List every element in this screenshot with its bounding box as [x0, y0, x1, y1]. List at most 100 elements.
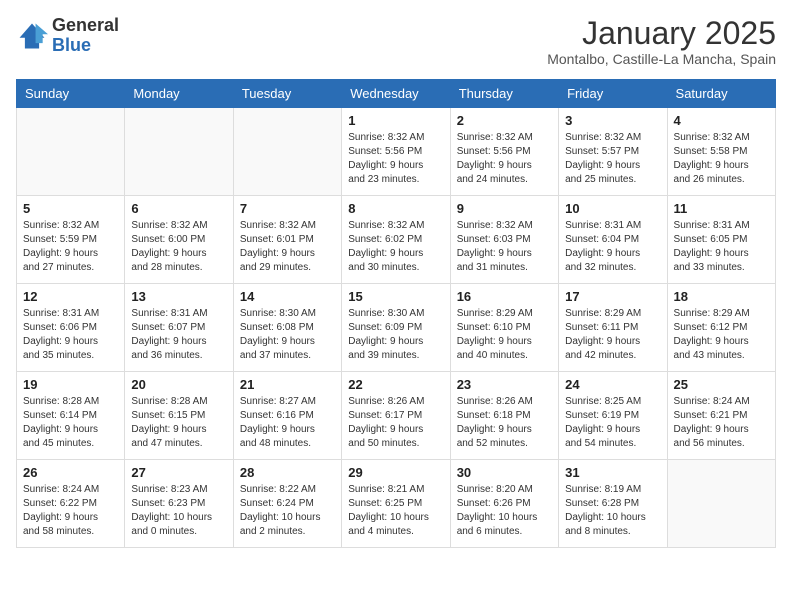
day-number: 6 — [131, 201, 226, 216]
day-info: Sunrise: 8:21 AMSunset: 6:25 PMDaylight:… — [348, 483, 443, 539]
logo-blue: Blue — [52, 36, 119, 56]
day-info: Sunrise: 8:32 AMSunset: 5:58 PMDaylight:… — [674, 131, 769, 187]
day-cell: 21 Sunrise: 8:27 AMSunset: 6:16 PMDayligh… — [233, 372, 341, 460]
day-cell: 27Sunrise: 8:23 AMSunset: 6:23 PMDayligh… — [125, 460, 233, 548]
day-info: Sunrise: 8:29 AMSunset: 6:12 PMDaylight:… — [674, 307, 769, 363]
day-cell: 23 Sunrise: 8:26 AMSunset: 6:18 PMDayligh… — [450, 372, 558, 460]
day-cell: 7Sunrise: 8:32 AMSunset: 6:01 PMDaylight… — [233, 196, 341, 284]
day-number: 12 — [23, 289, 118, 304]
day-number: 22 — [348, 377, 443, 392]
day-header-thursday: Thursday — [450, 80, 558, 108]
day-number: 30 — [457, 465, 552, 480]
day-cell: 10 Sunrise: 8:31 AMSunset: 6:04 PMDayligh… — [559, 196, 667, 284]
day-header-sunday: Sunday — [17, 80, 125, 108]
day-info: Sunrise: 8:32 AMSunset: 5:59 PMDaylight:… — [23, 219, 118, 275]
month-title: January 2025 — [547, 16, 776, 51]
calendar-table: SundayMondayTuesdayWednesdayThursdayFrid… — [16, 79, 776, 548]
day-number: 13 — [131, 289, 226, 304]
day-info: Sunrise: 8:29 AMSunset: 6:10 PMDaylight:… — [457, 307, 552, 363]
day-info: Sunrise: 8:32 AMSunset: 5:57 PMDaylight:… — [565, 131, 660, 187]
day-cell: 17Sunrise: 8:29 AMSunset: 6:11 PMDayligh… — [559, 284, 667, 372]
day-number: 16 — [457, 289, 552, 304]
day-number: 5 — [23, 201, 118, 216]
week-row-4: 19Sunrise: 8:28 AMSunset: 6:14 PMDayligh… — [17, 372, 776, 460]
day-cell — [125, 108, 233, 196]
day-cell: 14Sunrise: 8:30 AMSunset: 6:08 PMDayligh… — [233, 284, 341, 372]
day-info: Sunrise: 8:31 AMSunset: 6:07 PMDaylight:… — [131, 307, 226, 363]
day-number: 26 — [23, 465, 118, 480]
week-row-3: 12 Sunrise: 8:31 AMSunset: 6:06 PMDayligh… — [17, 284, 776, 372]
day-cell: 25 Sunrise: 8:24 AMSunset: 6:21 PMDayligh… — [667, 372, 775, 460]
logo: General Blue — [16, 16, 119, 56]
day-cell: 4 Sunrise: 8:32 AMSunset: 5:58 PMDaylight… — [667, 108, 775, 196]
day-cell: 12 Sunrise: 8:31 AMSunset: 6:06 PMDayligh… — [17, 284, 125, 372]
day-info: Sunrise: 8:31 AMSunset: 6:06 PMDaylight:… — [23, 307, 118, 363]
day-info: Sunrise: 8:20 AMSunset: 6:26 PMDaylight:… — [457, 483, 552, 539]
day-info: Sunrise: 8:30 AMSunset: 6:09 PMDaylight:… — [348, 307, 443, 363]
day-cell: 13 Sunrise: 8:31 AMSunset: 6:07 PMDayligh… — [125, 284, 233, 372]
day-info: Sunrise: 8:32 AMSunset: 6:03 PMDaylight:… — [457, 219, 552, 275]
day-cell: 1 Sunrise: 8:32 AMSunset: 5:56 PMDaylight… — [342, 108, 450, 196]
day-cell: 18 Sunrise: 8:29 AMSunset: 6:12 PMDayligh… — [667, 284, 775, 372]
day-number: 4 — [674, 113, 769, 128]
day-number: 17 — [565, 289, 660, 304]
day-info: Sunrise: 8:30 AMSunset: 6:08 PMDaylight:… — [240, 307, 335, 363]
location-title: Montalbo, Castille-La Mancha, Spain — [547, 51, 776, 67]
week-row-5: 26Sunrise: 8:24 AMSunset: 6:22 PMDayligh… — [17, 460, 776, 548]
day-cell: 6 Sunrise: 8:32 AMSunset: 6:00 PMDaylight… — [125, 196, 233, 284]
day-info: Sunrise: 8:26 AMSunset: 6:18 PMDaylight:… — [457, 395, 552, 451]
day-cell — [17, 108, 125, 196]
day-info: Sunrise: 8:32 AMSunset: 6:00 PMDaylight:… — [131, 219, 226, 275]
day-cell: 24Sunrise: 8:25 AMSunset: 6:19 PMDayligh… — [559, 372, 667, 460]
day-cell: 5 Sunrise: 8:32 AMSunset: 5:59 PMDaylight… — [17, 196, 125, 284]
day-number: 29 — [348, 465, 443, 480]
day-number: 23 — [457, 377, 552, 392]
day-cell — [233, 108, 341, 196]
day-info: Sunrise: 8:31 AMSunset: 6:05 PMDaylight:… — [674, 219, 769, 275]
header-row: SundayMondayTuesdayWednesdayThursdayFrid… — [17, 80, 776, 108]
day-number: 10 — [565, 201, 660, 216]
day-cell: 28 Sunrise: 8:22 AMSunset: 6:24 PMDayligh… — [233, 460, 341, 548]
title-block: January 2025 Montalbo, Castille-La Manch… — [547, 16, 776, 67]
day-cell: 26Sunrise: 8:24 AMSunset: 6:22 PMDayligh… — [17, 460, 125, 548]
day-cell: 30 Sunrise: 8:20 AMSunset: 6:26 PMDayligh… — [450, 460, 558, 548]
day-number: 1 — [348, 113, 443, 128]
day-info: Sunrise: 8:26 AMSunset: 6:17 PMDaylight:… — [348, 395, 443, 451]
logo-text: General Blue — [52, 16, 119, 56]
day-number: 21 — [240, 377, 335, 392]
day-number: 28 — [240, 465, 335, 480]
logo-icon — [16, 20, 48, 52]
day-cell: 2 Sunrise: 8:32 AMSunset: 5:56 PMDaylight… — [450, 108, 558, 196]
day-number: 18 — [674, 289, 769, 304]
day-info: Sunrise: 8:31 AMSunset: 6:04 PMDaylight:… — [565, 219, 660, 275]
day-info: Sunrise: 8:22 AMSunset: 6:24 PMDaylight:… — [240, 483, 335, 539]
page-header: General Blue January 2025 Montalbo, Cast… — [16, 16, 776, 67]
day-cell — [667, 460, 775, 548]
day-cell: 16 Sunrise: 8:29 AMSunset: 6:10 PMDayligh… — [450, 284, 558, 372]
day-header-friday: Friday — [559, 80, 667, 108]
day-cell: 22 Sunrise: 8:26 AMSunset: 6:17 PMDayligh… — [342, 372, 450, 460]
day-header-saturday: Saturday — [667, 80, 775, 108]
day-number: 25 — [674, 377, 769, 392]
day-number: 9 — [457, 201, 552, 216]
day-info: Sunrise: 8:19 AMSunset: 6:28 PMDaylight:… — [565, 483, 660, 539]
day-number: 19 — [23, 377, 118, 392]
day-info: Sunrise: 8:32 AMSunset: 5:56 PMDaylight:… — [348, 131, 443, 187]
day-info: Sunrise: 8:28 AMSunset: 6:15 PMDaylight:… — [131, 395, 226, 451]
day-cell: 9 Sunrise: 8:32 AMSunset: 6:03 PMDaylight… — [450, 196, 558, 284]
day-number: 20 — [131, 377, 226, 392]
day-number: 2 — [457, 113, 552, 128]
day-cell: 8Sunrise: 8:32 AMSunset: 6:02 PMDaylight… — [342, 196, 450, 284]
day-header-wednesday: Wednesday — [342, 80, 450, 108]
week-row-1: 1 Sunrise: 8:32 AMSunset: 5:56 PMDaylight… — [17, 108, 776, 196]
day-info: Sunrise: 8:24 AMSunset: 6:21 PMDaylight:… — [674, 395, 769, 451]
day-number: 31 — [565, 465, 660, 480]
logo-general: General — [52, 16, 119, 36]
week-row-2: 5 Sunrise: 8:32 AMSunset: 5:59 PMDaylight… — [17, 196, 776, 284]
day-info: Sunrise: 8:25 AMSunset: 6:19 PMDaylight:… — [565, 395, 660, 451]
day-info: Sunrise: 8:27 AMSunset: 6:16 PMDaylight:… — [240, 395, 335, 451]
day-cell: 29 Sunrise: 8:21 AMSunset: 6:25 PMDayligh… — [342, 460, 450, 548]
day-header-monday: Monday — [125, 80, 233, 108]
day-info: Sunrise: 8:32 AMSunset: 5:56 PMDaylight:… — [457, 131, 552, 187]
day-cell: 11Sunrise: 8:31 AMSunset: 6:05 PMDayligh… — [667, 196, 775, 284]
